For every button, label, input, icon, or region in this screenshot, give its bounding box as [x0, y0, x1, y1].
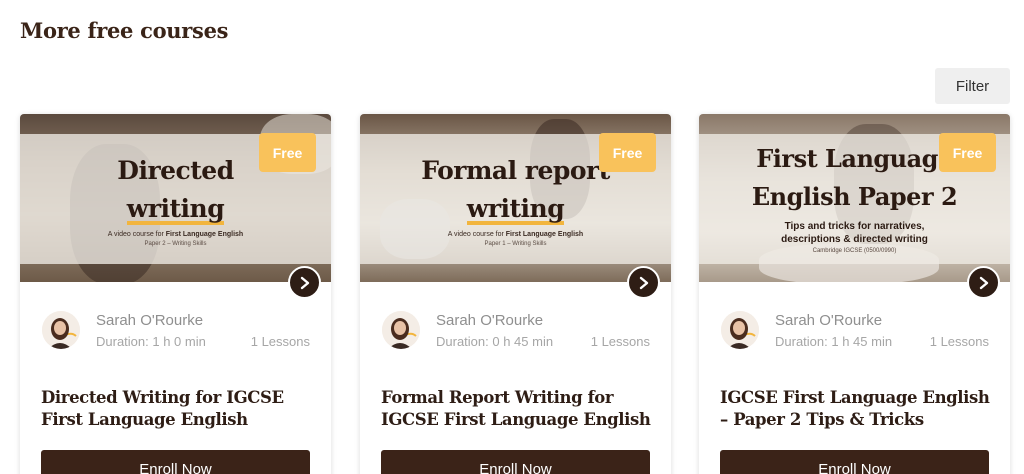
thumb-title-line2: English Paper 2 — [751, 182, 958, 211]
free-badge: Free — [939, 133, 996, 172]
thumb-paper-label: Cambridge IGCSE (0500/0990) — [812, 248, 897, 254]
author-name: Sarah O'Rourke — [775, 312, 883, 329]
open-course-button[interactable] — [627, 266, 660, 299]
duration: Duration: 0 h 45 min — [436, 334, 554, 349]
thumb-subtitle: A video course for First Language Englis… — [447, 231, 584, 238]
enroll-button[interactable]: Enroll Now — [720, 450, 989, 474]
avatar — [721, 311, 759, 349]
thumb-paper-label: Paper 1 – Writing Skills — [484, 241, 547, 247]
course-title[interactable]: IGCSE First Language English – Paper 2 T… — [720, 387, 990, 431]
open-course-button[interactable] — [967, 266, 1000, 299]
thumb-tips-line2: descriptions & directed writing — [781, 234, 928, 245]
avatar — [382, 311, 420, 349]
thumb-title-line2: writing — [126, 194, 225, 225]
avatar — [42, 311, 80, 349]
lessons-count: 1 Lessons — [590, 334, 650, 349]
course-title[interactable]: Directed Writing for IGCSE First Languag… — [41, 387, 311, 431]
filter-button[interactable]: Filter — [935, 68, 1010, 104]
author-name: Sarah O'Rourke — [96, 312, 204, 329]
course-thumbnail[interactable]: Formal report writing A video course for… — [360, 114, 671, 282]
thumb-tips-line1: Tips and tricks for narratives, — [784, 221, 925, 232]
duration: Duration: 1 h 45 min — [775, 334, 893, 349]
lessons-count: 1 Lessons — [250, 334, 310, 349]
lessons-count: 1 Lessons — [929, 334, 989, 349]
chevron-right-icon — [300, 276, 309, 289]
free-badge: Free — [259, 133, 316, 172]
chevron-right-icon — [639, 276, 648, 289]
chevron-right-icon — [979, 276, 988, 289]
course-title[interactable]: Formal Report Writing for IGCSE First La… — [381, 387, 651, 431]
course-card[interactable]: Directed writing A video course for Firs… — [20, 114, 331, 474]
duration: Duration: 1 h 0 min — [96, 334, 206, 349]
thumb-paper-label: Paper 2 – Writing Skills — [144, 241, 207, 247]
author-name: Sarah O'Rourke — [436, 312, 544, 329]
section-title: More free courses — [20, 18, 229, 43]
course-card[interactable]: First Language English Paper 2 Tips and … — [699, 114, 1010, 474]
thumb-title-line2: writing — [466, 194, 565, 225]
course-card[interactable]: Formal report writing A video course for… — [360, 114, 671, 474]
enroll-button[interactable]: Enroll Now — [41, 450, 310, 474]
open-course-button[interactable] — [288, 266, 321, 299]
free-badge: Free — [599, 133, 656, 172]
thumb-subtitle: A video course for First Language Englis… — [107, 231, 244, 238]
course-thumbnail[interactable]: First Language English Paper 2 Tips and … — [699, 114, 1010, 282]
enroll-button[interactable]: Enroll Now — [381, 450, 650, 474]
course-thumbnail[interactable]: Directed writing A video course for Firs… — [20, 114, 331, 282]
